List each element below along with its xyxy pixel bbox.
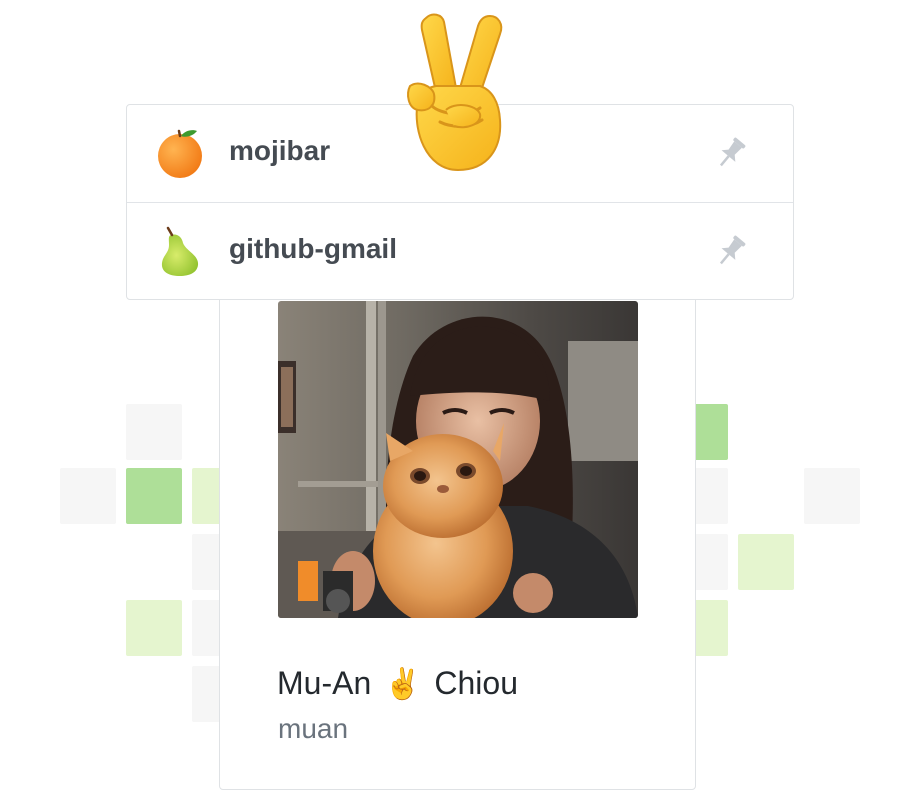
profile-fullname: Mu-An ✌️ Chiou [277, 665, 518, 702]
profile-first-name: Mu-An [277, 665, 372, 701]
contribution-cell [804, 468, 860, 524]
contribution-cell [738, 534, 794, 590]
contribution-cell [126, 600, 182, 656]
avatar-photo [278, 301, 638, 618]
orange-icon [155, 127, 205, 179]
pin-icon[interactable] [713, 233, 749, 269]
contribution-cell [126, 404, 182, 460]
repo-name[interactable]: mojibar [229, 135, 330, 167]
repo-name[interactable]: github-gmail [229, 233, 397, 265]
illustration-stage: Mu-An ✌️ Chiou muan mojibar github-gmail [0, 0, 920, 800]
repo-item-github-gmail[interactable]: github-gmail [127, 203, 793, 300]
profile-name-emoji: ✌️ [384, 668, 422, 701]
profile-card: Mu-An ✌️ Chiou muan [219, 250, 696, 790]
profile-username: muan [278, 713, 349, 744]
avatar[interactable] [278, 301, 638, 618]
contribution-cell [60, 468, 116, 524]
pear-icon [155, 225, 205, 277]
pin-icon[interactable] [713, 135, 749, 171]
profile-last-name: Chiou [434, 665, 518, 701]
contribution-cell [126, 468, 182, 524]
victory-hand-icon [396, 10, 516, 175]
